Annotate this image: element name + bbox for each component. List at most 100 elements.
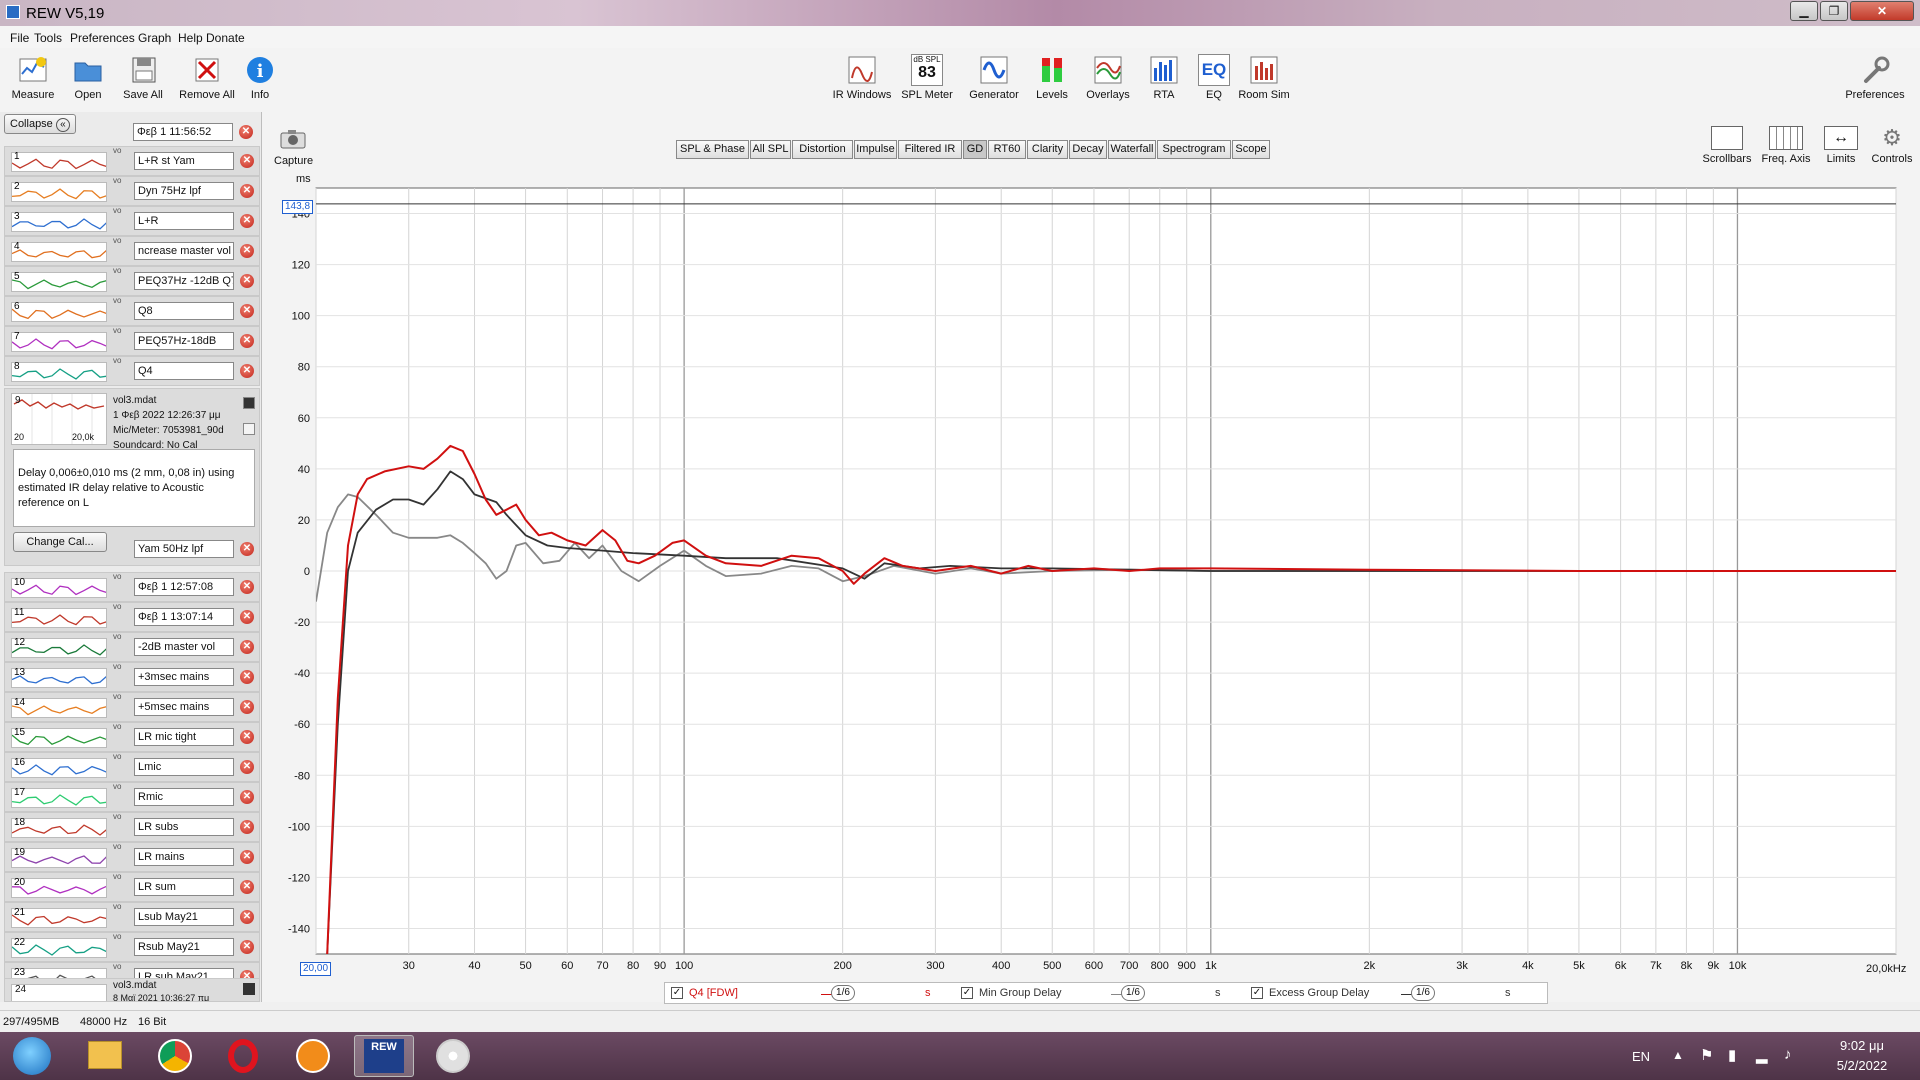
- measurement-name-field[interactable]: ncrease master vol: [134, 242, 234, 260]
- measurement-row-12[interactable]: 12 vo -2dB master vol ✕: [4, 632, 260, 662]
- remove-measurement-icon[interactable]: ✕: [240, 880, 254, 894]
- menu-help[interactable]: Help: [178, 31, 203, 45]
- measurement-row-22[interactable]: 22 vo Rsub May21 ✕: [4, 932, 260, 962]
- remove-measurement-icon[interactable]: ✕: [240, 610, 254, 624]
- remove-measurement-icon[interactable]: ✕: [240, 304, 254, 318]
- remove-measurement-icon[interactable]: ✕: [240, 820, 254, 834]
- tab-all-spl[interactable]: All SPL: [750, 140, 791, 159]
- open-button[interactable]: Open: [66, 54, 110, 101]
- remove-measurement-icon[interactable]: ✕: [240, 670, 254, 684]
- measurement-row-6[interactable]: 6 vo Q8 ✕: [4, 296, 260, 326]
- remove-measurement-icon[interactable]: ✕: [240, 640, 254, 654]
- tab-decay[interactable]: Decay: [1069, 140, 1107, 159]
- measurement-name-field[interactable]: PEQ57Hz-18dB: [134, 332, 234, 350]
- tab-waterfall[interactable]: Waterfall: [1108, 140, 1156, 159]
- collapse-button[interactable]: Collapse «: [4, 114, 76, 134]
- smoothing-field[interactable]: 1/6: [831, 985, 855, 1001]
- change-cal-button[interactable]: Change Cal...: [13, 532, 107, 552]
- remove-measurement-icon[interactable]: ✕: [240, 184, 254, 198]
- measurement-name-field[interactable]: Lmic: [134, 758, 234, 776]
- tab-clarity[interactable]: Clarity: [1027, 140, 1068, 159]
- measurement-name-field[interactable]: Q8: [134, 302, 234, 320]
- remove-measurement-icon[interactable]: ✕: [240, 940, 254, 954]
- remove-measurement-icon[interactable]: ✕: [240, 700, 254, 714]
- measurement-row-20[interactable]: 20 vo LR sum ✕: [4, 872, 260, 902]
- measurement-row-13[interactable]: 13 vo +3msec mains ✕: [4, 662, 260, 692]
- tab-scope[interactable]: Scope: [1232, 140, 1270, 159]
- measurement-name-field[interactable]: LR sum: [134, 878, 234, 896]
- taskbar-browser[interactable]: [284, 1035, 342, 1077]
- start-button[interactable]: [6, 1035, 58, 1077]
- measurement-name-field[interactable]: Φεβ 1 12:57:08: [134, 578, 234, 596]
- measurement-name-field[interactable]: Rmic: [134, 788, 234, 806]
- remove-measurement-icon[interactable]: ✕: [240, 542, 254, 556]
- eq-button[interactable]: EQ EQ: [1196, 54, 1232, 101]
- info-button[interactable]: i Info: [244, 54, 276, 101]
- menu-preferences[interactable]: Preferences: [70, 31, 135, 45]
- group-delay-chart[interactable]: 140120100806040200-20-40-60-80-100-120-1…: [260, 184, 1920, 984]
- tab-spectrogram[interactable]: Spectrogram: [1157, 140, 1231, 159]
- mic-cal-icon[interactable]: [243, 423, 255, 435]
- close-button[interactable]: ✕: [1850, 1, 1914, 21]
- power-icon[interactable]: ▮: [1728, 1046, 1736, 1064]
- legend-checkbox[interactable]: ✓: [671, 987, 683, 999]
- measurement-row-16[interactable]: 16 vo Lmic ✕: [4, 752, 260, 782]
- measurement-row-2[interactable]: 2 vo Dyn 75Hz lpf ✕: [4, 176, 260, 206]
- tab-gd[interactable]: GD: [963, 140, 987, 159]
- clock-time[interactable]: 9:02 μμ: [1832, 1038, 1892, 1053]
- remove-measurement-icon[interactable]: ✕: [240, 244, 254, 258]
- measurement-row-17[interactable]: 17 vo Rmic ✕: [4, 782, 260, 812]
- menu-tools[interactable]: Tools: [34, 31, 62, 45]
- taskbar-chrome[interactable]: [146, 1035, 204, 1077]
- rta-button[interactable]: RTA: [1146, 54, 1182, 101]
- remove-measurement-icon[interactable]: ✕: [240, 850, 254, 864]
- tab-distortion[interactable]: Distortion: [792, 140, 853, 159]
- legend-checkbox[interactable]: ✓: [961, 987, 973, 999]
- measurement-row-4[interactable]: 4 vo ncrease master vol ✕: [4, 236, 260, 266]
- capture-button[interactable]: [278, 128, 308, 152]
- measurement-row-7[interactable]: 7 vo PEQ57Hz-18dB ✕: [4, 326, 260, 356]
- remove-measurement-icon[interactable]: ✕: [240, 760, 254, 774]
- measurement-row-19[interactable]: 19 vo LR mains ✕: [4, 842, 260, 872]
- remove-measurement-icon[interactable]: ✕: [240, 154, 254, 168]
- measurement-row-24[interactable]: 24 vol3.mdat 8 Μαϊ 2021 10:36:27 πμ: [4, 978, 260, 1002]
- network-icon[interactable]: ▂: [1756, 1046, 1768, 1064]
- measurement-name-field[interactable]: PEQ37Hz -12dB Q7: [134, 272, 234, 290]
- controls-button[interactable]: ⚙ Controls: [1866, 126, 1918, 166]
- remove-measurement-icon[interactable]: ✕: [240, 364, 254, 378]
- overlays-button[interactable]: Overlays: [1080, 54, 1136, 101]
- maximize-button[interactable]: ❐: [1820, 1, 1848, 21]
- remove-measurement-icon[interactable]: ✕: [239, 125, 253, 139]
- limits-button[interactable]: ↔ Limits: [1820, 126, 1862, 165]
- room-sim-button[interactable]: Room Sim: [1236, 54, 1292, 101]
- measurement-row-8[interactable]: 8 vo Q4 ✕: [4, 356, 260, 386]
- menu-file[interactable]: File: [10, 31, 29, 45]
- remove-measurement-icon[interactable]: ✕: [240, 214, 254, 228]
- taskbar-explorer[interactable]: [76, 1035, 134, 1077]
- measure-button[interactable]: Measure: [8, 54, 58, 101]
- measurement-row-18[interactable]: 18 vo LR subs ✕: [4, 812, 260, 842]
- measurement-name-field[interactable]: Lsub May21: [134, 908, 234, 926]
- minimize-button[interactable]: ▁: [1790, 1, 1818, 21]
- measurement-name-field[interactable]: LR mains: [134, 848, 234, 866]
- measurement-row-1[interactable]: 1 vo L+R st Yam ✕: [4, 146, 260, 176]
- clock-date[interactable]: 5/2/2022: [1826, 1058, 1898, 1073]
- generator-button[interactable]: Generator: [966, 54, 1022, 101]
- edit-icon[interactable]: [243, 983, 255, 995]
- measurement-name-field[interactable]: Φεβ 1 13:07:14: [134, 608, 234, 626]
- measurement-row-5[interactable]: 5 vo PEQ37Hz -12dB Q7 ✕: [4, 266, 260, 296]
- spl-meter-button[interactable]: dB SPL 83 SPL Meter: [898, 54, 956, 101]
- taskbar-paint[interactable]: [424, 1035, 482, 1077]
- measurement-name-field[interactable]: L+R: [134, 212, 234, 230]
- edit-icon[interactable]: [243, 397, 255, 409]
- smoothing-field[interactable]: 1/6: [1411, 985, 1435, 1001]
- scrollbars-button[interactable]: Scrollbars: [1700, 126, 1754, 165]
- action-center-icon[interactable]: ⚑: [1700, 1046, 1713, 1064]
- levels-button[interactable]: Levels: [1032, 54, 1072, 101]
- measurement-row-11[interactable]: 11 vo Φεβ 1 13:07:14 ✕: [4, 602, 260, 632]
- remove-measurement-icon[interactable]: ✕: [240, 790, 254, 804]
- language-indicator[interactable]: EN: [1632, 1049, 1650, 1064]
- taskbar-opera[interactable]: [214, 1035, 272, 1077]
- measurement-name-field[interactable]: LR mic tight: [134, 728, 234, 746]
- measurement-row-14[interactable]: 14 vo +5msec mains ✕: [4, 692, 260, 722]
